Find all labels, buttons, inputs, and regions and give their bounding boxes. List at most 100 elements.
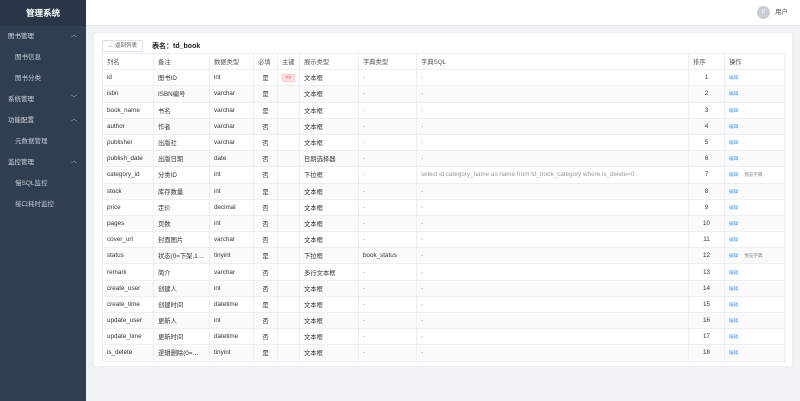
cell-dict-sql: - [416, 311, 689, 330]
cell-display-type: 文本框 [299, 214, 359, 233]
cell-order: 1 [688, 69, 725, 87]
cell-display-type: 文本框 [299, 85, 359, 103]
menu-group-label: 系统管理 [8, 96, 34, 103]
chevron-up-icon: ︿ [70, 159, 77, 165]
edit-link[interactable]: 编辑 [729, 189, 738, 194]
cell-primary-key [277, 117, 300, 135]
menu-item-book-category[interactable]: 图书分类 [0, 68, 86, 89]
cell-display-type: 文本框 [299, 279, 359, 297]
menu-item-book-info[interactable]: 图书信息 [0, 47, 86, 68]
cell-comment: 书名 [153, 101, 210, 119]
cell-column-name: author [102, 117, 154, 135]
table-row: pages 页数 int 否文本框 - -10 编辑 [102, 214, 785, 233]
cell-dict-sql: - [416, 247, 689, 265]
menu-group-function-config[interactable]: 功能配置 ︿ [0, 110, 86, 131]
cell-primary-key [277, 182, 300, 200]
cell-comment: 出版社 [153, 133, 210, 152]
cell-required: 是 [253, 69, 278, 87]
cell-primary-key [277, 279, 300, 297]
cell-column-name: id [102, 69, 154, 87]
cell-actions: 编辑 [724, 85, 785, 103]
edit-link[interactable]: 编辑 [729, 302, 738, 307]
cell-required: 是 [253, 247, 278, 265]
cell-display-type: 文本框 [299, 101, 359, 119]
column-header: 展示类型 [299, 52, 359, 71]
cell-required: 是 [253, 182, 278, 200]
cell-data-type: varchar [209, 101, 254, 119]
menu-item-api-latency-monitor[interactable]: 接口耗时监控 [0, 194, 86, 215]
edit-link[interactable]: 编辑 [729, 140, 738, 145]
table-header-row: 列名 备注 数据类型 必填 主键 展示类型 字典类型 字典SQL 排序 操作 [102, 52, 785, 71]
edit-link[interactable]: 编辑 [729, 108, 738, 113]
column-header: 字典类型 [358, 52, 417, 71]
table-row: id 图书ID int 是 PK 文本框 - -1 编辑 [102, 69, 785, 87]
cell-order: 12 [688, 247, 725, 265]
edit-link[interactable]: 编辑 [729, 318, 738, 323]
cell-actions: 编辑 [724, 279, 785, 297]
cell-order: 11 [688, 231, 725, 249]
cell-dict-sql: - [416, 133, 689, 152]
preview-dict-link[interactable]: 预览字典 [744, 172, 762, 177]
edit-link[interactable]: 编辑 [729, 91, 738, 96]
edit-link[interactable]: 编辑 [729, 75, 738, 80]
cell-dict-type: - [358, 311, 417, 330]
table-row: remark 简介 varchar 否多行文本框 - -13 编辑 [102, 263, 785, 281]
cell-comment: 创建人 [153, 279, 210, 297]
cell-actions: 编辑 预览字典 [724, 247, 785, 265]
menu-item-slow-sql-monitor[interactable]: 慢SQL监控 [0, 173, 86, 194]
menu-group-system-management[interactable]: 系统管理 ﹀ [0, 89, 86, 110]
cell-dict-sql: - [416, 328, 689, 346]
cell-dict-type: - [358, 231, 417, 249]
table-row: publish_date 出版日期 date 否日期选择器 - -6 编辑 [102, 150, 785, 168]
cell-column-name: pages [102, 214, 154, 233]
primary-key-tag: PK [282, 73, 295, 82]
avatar[interactable]: U [757, 6, 770, 19]
cell-comment: 分类ID [153, 166, 210, 184]
cell-data-type: date [209, 150, 254, 168]
user-name[interactable]: 用户 [775, 0, 788, 26]
cell-data-type: datetime [209, 295, 254, 314]
cell-order: 4 [688, 117, 725, 135]
edit-link[interactable]: 编辑 [729, 221, 738, 226]
cell-required: 否 [253, 311, 278, 330]
cell-actions: 编辑 预览字典 [724, 166, 785, 184]
cell-column-name: isbn [102, 85, 154, 103]
table-row: create_user 创建人 int 否文本框 - -14 编辑 [102, 279, 785, 297]
cell-data-type: datetime [209, 328, 254, 346]
cell-dict-type: book_status [358, 247, 417, 265]
edit-link[interactable]: 编辑 [729, 205, 738, 210]
edit-link[interactable]: 编辑 [729, 334, 738, 339]
cell-column-name: book_name [102, 101, 154, 119]
edit-link[interactable]: 编辑 [729, 237, 738, 242]
table-row: update_time 更新时间 datetime 否文本框 - -17 编辑 [102, 328, 785, 346]
edit-link[interactable]: 编辑 [729, 172, 738, 177]
edit-link[interactable]: 编辑 [729, 124, 738, 129]
edit-link[interactable]: 编辑 [729, 253, 738, 258]
cell-comment: 图书ID [153, 69, 210, 87]
cell-dict-sql: - [416, 198, 689, 216]
cell-column-name: status [102, 247, 154, 265]
edit-link[interactable]: 编辑 [729, 270, 738, 275]
menu-group-book-management[interactable]: 图书管理 ︿ [0, 26, 86, 47]
cell-order: 13 [688, 263, 725, 281]
cell-actions: 编辑 [724, 344, 785, 362]
cell-required: 否 [253, 231, 278, 249]
cell-required: 是 [253, 101, 278, 119]
cell-required: 是 [253, 295, 278, 314]
back-to-list-button[interactable]: ← 返回列表 [102, 40, 144, 52]
column-header: 操作 [724, 52, 785, 71]
edit-link[interactable]: 编辑 [729, 286, 738, 291]
preview-dict-link[interactable]: 预览字典 [744, 253, 762, 258]
chevron-up-icon: ︿ [70, 33, 77, 39]
cell-dict-type: - [358, 133, 417, 152]
cell-comment: 库存数量 [153, 182, 210, 200]
edit-link[interactable]: 编辑 [729, 156, 738, 161]
menu-group-monitoring[interactable]: 监控管理 ︿ [0, 152, 86, 173]
cell-actions: 编辑 [724, 214, 785, 233]
cell-actions: 编辑 [724, 263, 785, 281]
cell-column-name: price [102, 198, 154, 216]
edit-link[interactable]: 编辑 [729, 350, 738, 355]
cell-column-name: update_time [102, 328, 154, 346]
menu-item-metadata-management[interactable]: 元数据管理 [0, 131, 86, 152]
cell-comment: 简介 [153, 263, 210, 281]
